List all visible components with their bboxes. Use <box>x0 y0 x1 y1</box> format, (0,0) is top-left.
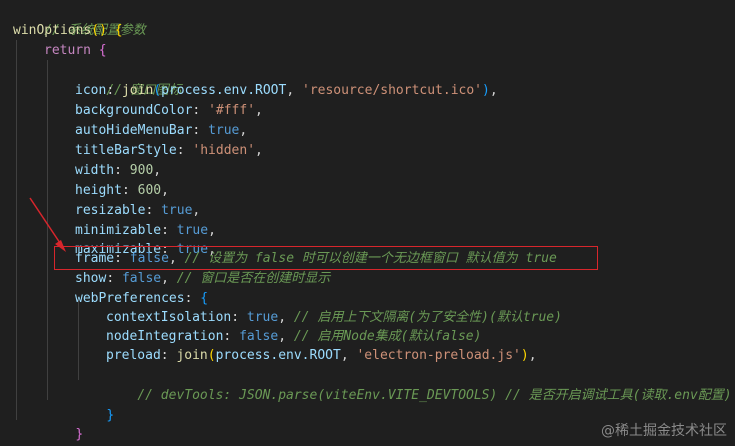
annotation-arrow-icon <box>29 197 66 252</box>
code-editor[interactable]: // 系统配置参数 winOptions() { return { // 窗口图… <box>0 0 735 446</box>
watermark: @稀土掘金技术社区 <box>601 423 727 439</box>
